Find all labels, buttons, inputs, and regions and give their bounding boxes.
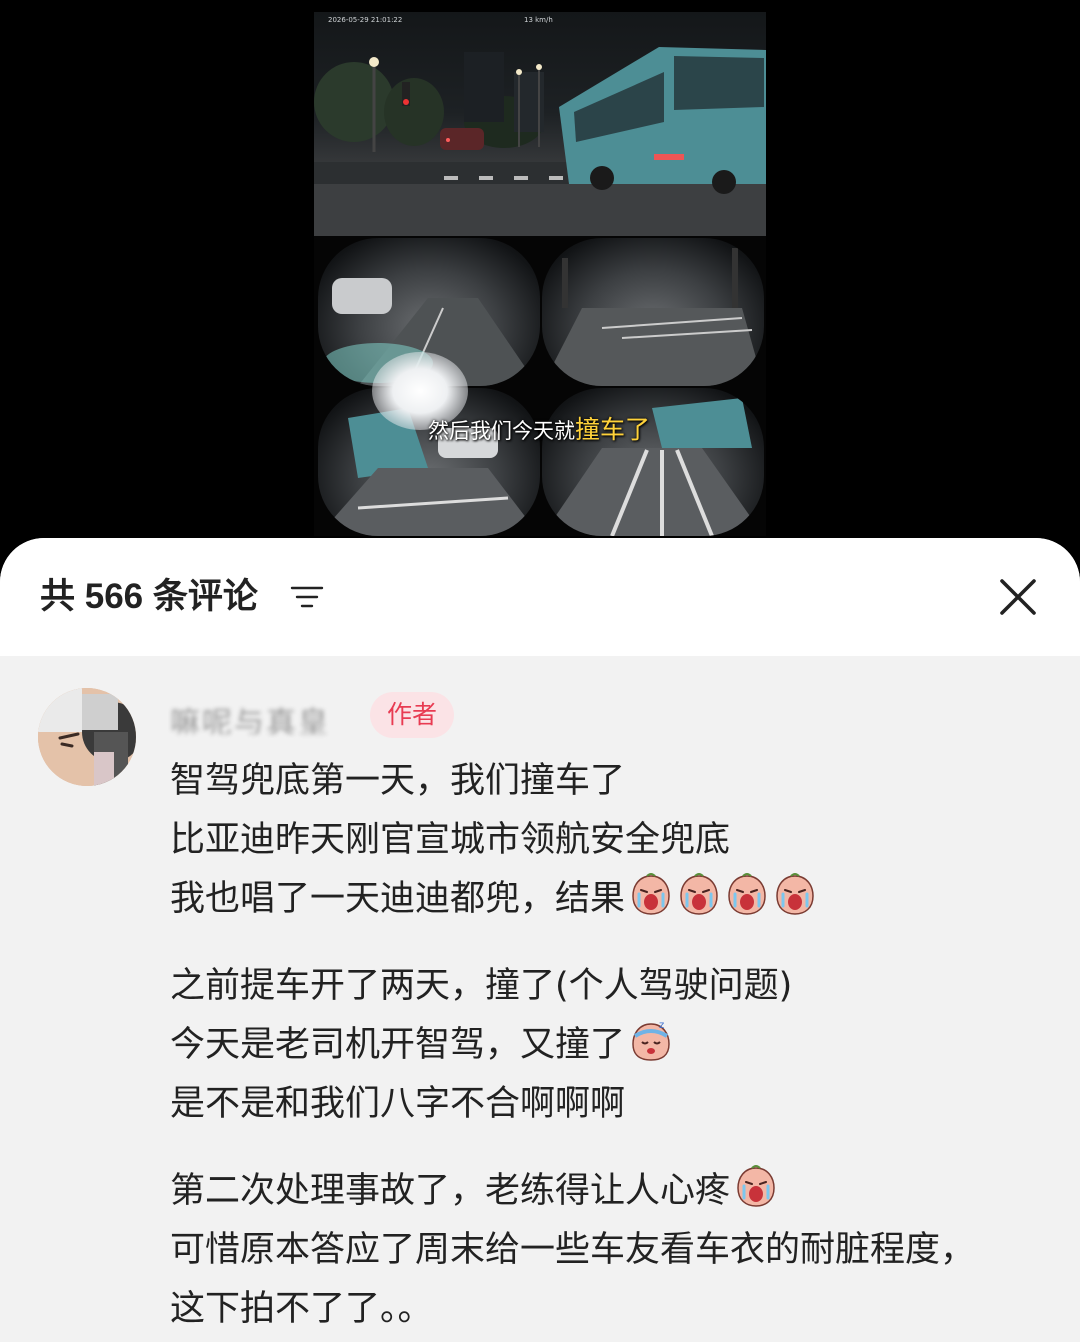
- author-name[interactable]: 嘛呢与真皇: [170, 704, 330, 734]
- comment-line: 可惜原本答应了周末给一些车友看车衣的耐脏程度，: [170, 1230, 976, 1270]
- comment-count-title: 共 566 条评论: [40, 577, 258, 616]
- comment-line: 我也唱了一天迪迪都兜，结果: [170, 879, 626, 919]
- comment-line: 智驾兜底第一天，我们撞车了: [170, 761, 626, 801]
- sort-icon[interactable]: [290, 584, 324, 610]
- comment-line: 是不是和我们八字不合啊啊啊: [170, 1084, 626, 1124]
- author-badge: 作者: [370, 692, 454, 738]
- avatar[interactable]: [38, 688, 136, 786]
- camera-front-right: [542, 238, 764, 386]
- comment-line: 第二次处理事故了，老练得让人心疼: [170, 1171, 731, 1211]
- subtitle-text: 然后我们今天就: [428, 419, 575, 443]
- video-player[interactable]: 2026-05-29 21:01:22 13 km/h 然后我们今天就撞车了: [0, 0, 1080, 560]
- comment-line-with-emoji: 今天是老司机开智驾，又撞了 z: [170, 1016, 1050, 1075]
- comment-line-with-emoji: 第二次处理事故了，老练得让人心疼: [170, 1162, 1050, 1221]
- dashcam-scene: [314, 47, 766, 236]
- dashcam-front-view: 2026-05-29 21:01:22 13 km/h: [314, 12, 766, 236]
- crying-peach-emoji: [677, 872, 721, 916]
- svg-text:z: z: [659, 1020, 664, 1031]
- comment-line: 比亚迪昨天刚官宣城市领航安全兜底: [170, 820, 731, 860]
- crying-peach-emoji: [734, 1164, 778, 1208]
- comment-line: 今天是老司机开智驾，又撞了: [170, 1025, 626, 1065]
- comment-line-with-emoji: 我也唱了一天迪迪都兜，结果: [170, 870, 1050, 929]
- comment-line: 之前提车开了两天，撞了(个人驾驶问题): [170, 966, 793, 1006]
- close-icon[interactable]: [996, 575, 1040, 619]
- comment-text: 智驾兜底第一天，我们撞车了 比亚迪昨天刚官宣城市领航安全兜底 我也唱了一天迪迪都…: [170, 752, 1050, 1339]
- crying-peach-emoji: [629, 872, 673, 916]
- sleepy-peach-emoji: z: [629, 1018, 673, 1062]
- video-subtitle: 然后我们今天就撞车了: [428, 410, 650, 446]
- comment-sheet: 共 566 条评论 嘛呢与真皇 作者 智驾兜底第一天，我们撞车了 比亚迪昨天刚官…: [0, 538, 1080, 1342]
- crying-peach-emoji: [725, 872, 769, 916]
- comment-line: 这下拍不了了。。: [170, 1289, 433, 1329]
- subtitle-highlight: 撞车了: [575, 415, 651, 444]
- comment-sheet-header: 共 566 条评论: [0, 538, 1080, 656]
- crying-peach-emoji: [773, 872, 817, 916]
